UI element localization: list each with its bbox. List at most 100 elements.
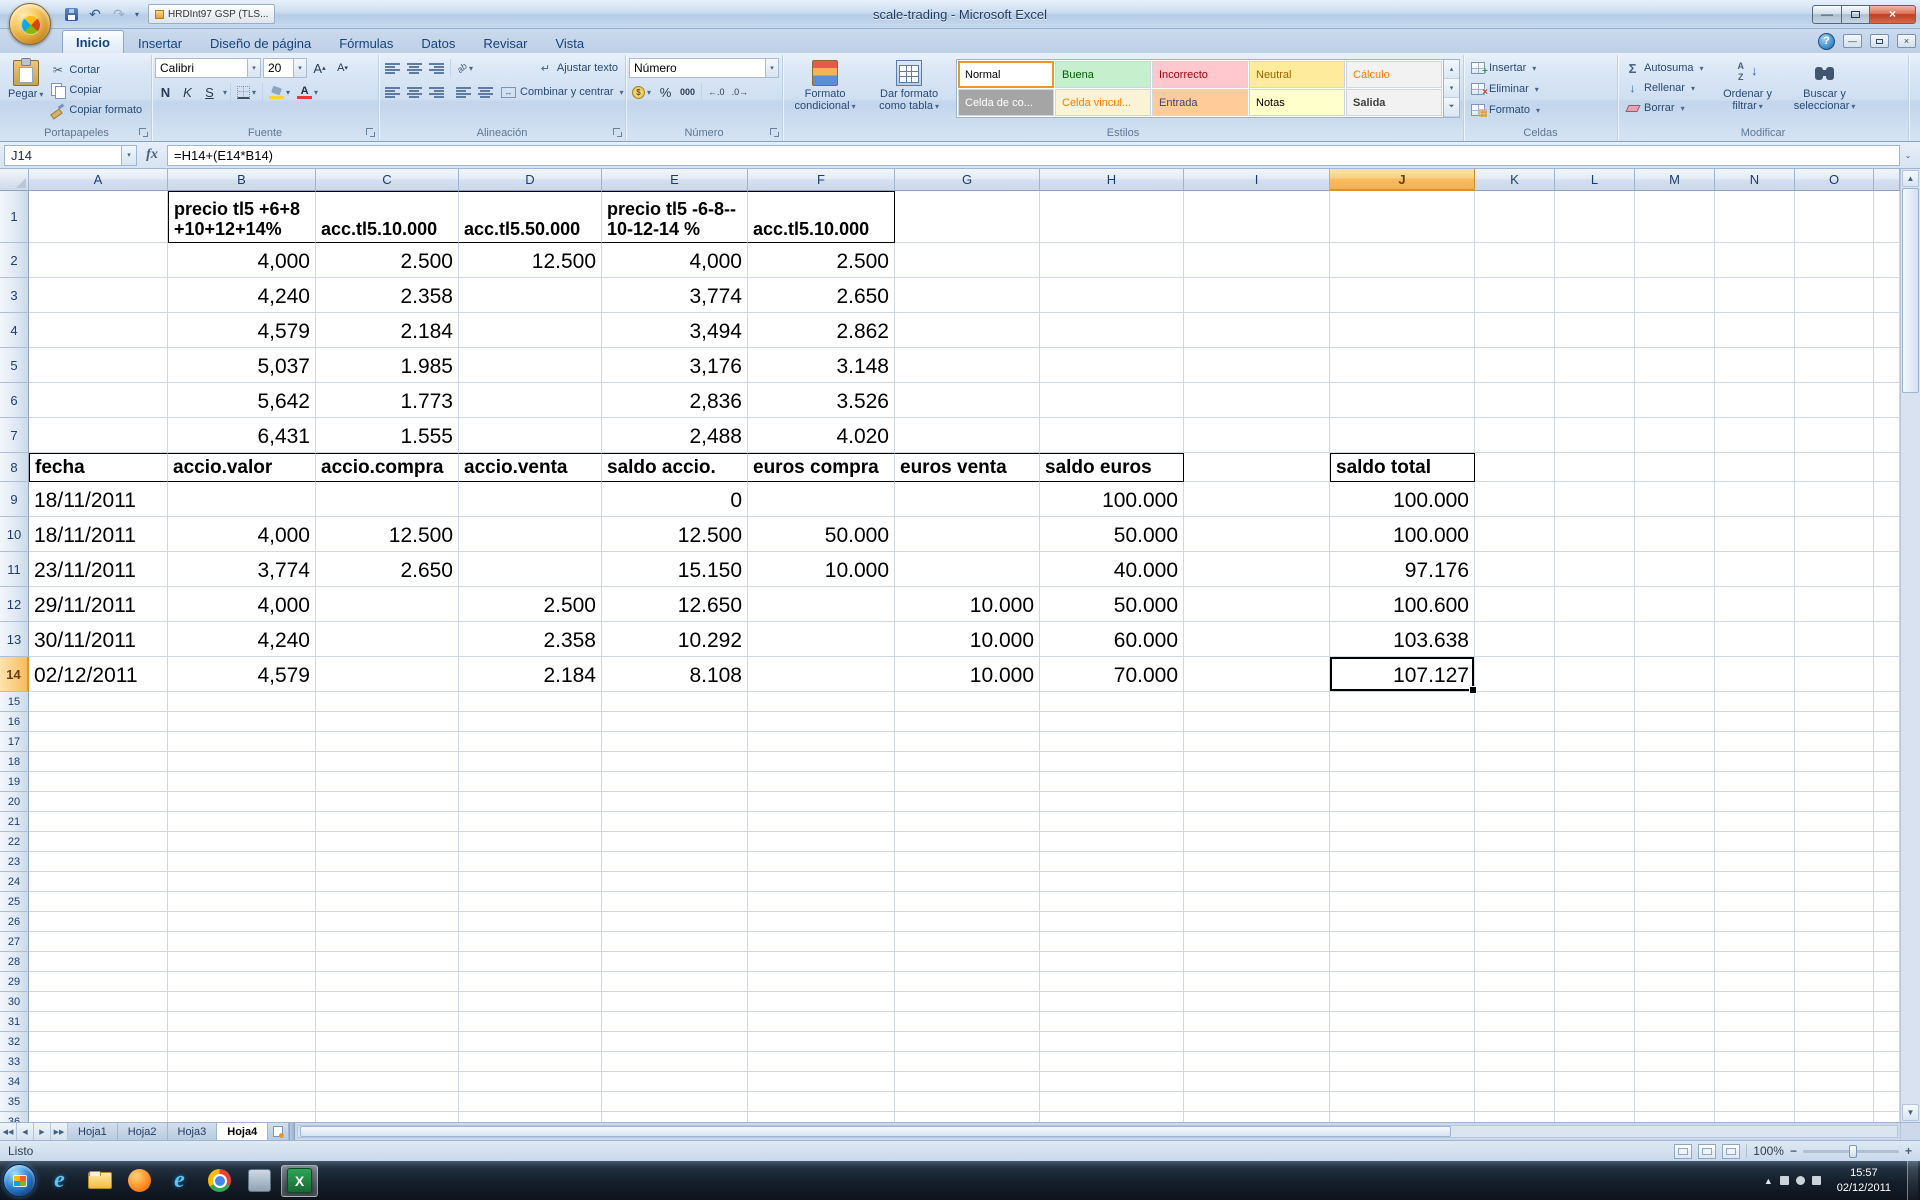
cell-B10[interactable]: 4,000 <box>168 517 316 552</box>
ribbon-tab-vista[interactable]: Vista <box>541 32 598 53</box>
cell-E14[interactable]: 8.108 <box>602 657 748 692</box>
column-header-M[interactable]: M <box>1635 169 1715 191</box>
save-button[interactable] <box>60 4 82 24</box>
cell-I31[interactable] <box>1184 1012 1330 1032</box>
name-box[interactable]: J14 <box>4 145 122 166</box>
cell-M32[interactable] <box>1635 1032 1715 1052</box>
cell-D10[interactable] <box>459 517 602 552</box>
undo-button[interactable]: ↶ <box>84 4 106 24</box>
cell-P15[interactable] <box>1874 692 1900 712</box>
cell-P16[interactable] <box>1874 712 1900 732</box>
cell-C8[interactable]: accio.compra <box>316 453 459 482</box>
cell-N3[interactable] <box>1715 278 1795 313</box>
cell-E2[interactable]: 4,000 <box>602 243 748 278</box>
cell-N23[interactable] <box>1715 852 1795 872</box>
cell-B11[interactable]: 3,774 <box>168 552 316 587</box>
cell-M10[interactable] <box>1635 517 1715 552</box>
cell-B27[interactable] <box>168 932 316 952</box>
cell-G28[interactable] <box>895 952 1040 972</box>
cell-D2[interactable]: 12.500 <box>459 243 602 278</box>
cell-N30[interactable] <box>1715 992 1795 1012</box>
cell-A31[interactable] <box>29 1012 168 1032</box>
page-break-view-button[interactable] <box>1722 1144 1740 1159</box>
cell-B6[interactable]: 5,642 <box>168 383 316 418</box>
cell-O4[interactable] <box>1795 313 1874 348</box>
cell-B25[interactable] <box>168 892 316 912</box>
cell-M14[interactable] <box>1635 657 1715 692</box>
cell-J5[interactable] <box>1330 348 1475 383</box>
cell-C25[interactable] <box>316 892 459 912</box>
cell-P14[interactable] <box>1874 657 1900 692</box>
cell-O3[interactable] <box>1795 278 1874 313</box>
cell-K8[interactable] <box>1475 453 1555 482</box>
borders-button[interactable]: ▾ <box>234 82 259 102</box>
ribbon-tab-fórmulas[interactable]: Fórmulas <box>325 32 407 53</box>
cell-I5[interactable] <box>1184 348 1330 383</box>
cell-I9[interactable] <box>1184 482 1330 517</box>
cell-L15[interactable] <box>1555 692 1635 712</box>
cell-I2[interactable] <box>1184 243 1330 278</box>
cell-H9[interactable]: 100.000 <box>1040 482 1184 517</box>
cell-K21[interactable] <box>1475 812 1555 832</box>
cell-H18[interactable] <box>1040 752 1184 772</box>
dialog-launcher-alineacion[interactable] <box>612 127 623 138</box>
cell-M22[interactable] <box>1635 832 1715 852</box>
gallery-up-arrow[interactable]: ▴ <box>1444 60 1459 79</box>
cell-O36[interactable] <box>1795 1112 1874 1122</box>
cell-E13[interactable]: 10.292 <box>602 622 748 657</box>
cell-C10[interactable]: 12.500 <box>316 517 459 552</box>
cell-B30[interactable] <box>168 992 316 1012</box>
row-header-22[interactable]: 22 <box>0 832 29 852</box>
cell-I26[interactable] <box>1184 912 1330 932</box>
workbook-minimize-button[interactable]: — <box>1843 34 1862 48</box>
cell-F4[interactable]: 2.862 <box>748 313 895 348</box>
cell-B16[interactable] <box>168 712 316 732</box>
cell-K20[interactable] <box>1475 792 1555 812</box>
minimize-button[interactable]: — <box>1812 5 1842 24</box>
sheet-tab-hoja4[interactable]: Hoja4 <box>217 1123 268 1140</box>
cell-A14[interactable]: 02/12/2011 <box>29 657 168 692</box>
cell-O14[interactable] <box>1795 657 1874 692</box>
excel-icon[interactable] <box>281 1165 318 1197</box>
column-header-I[interactable]: I <box>1184 169 1330 191</box>
cell-D25[interactable] <box>459 892 602 912</box>
cell-F34[interactable] <box>748 1072 895 1092</box>
align-bottom-button[interactable] <box>426 58 447 78</box>
row-header-20[interactable]: 20 <box>0 792 29 812</box>
cell-G26[interactable] <box>895 912 1040 932</box>
cell-N36[interactable] <box>1715 1112 1795 1122</box>
ie-icon[interactable] <box>161 1165 198 1197</box>
cell-I28[interactable] <box>1184 952 1330 972</box>
cell-K7[interactable] <box>1475 418 1555 453</box>
previous-sheet-button[interactable]: ◀ <box>17 1123 34 1140</box>
format-painter-button[interactable]: Copiar formato <box>46 100 146 120</box>
cell-style-celda-vincul[interactable]: Celda vincul... <box>1055 89 1151 116</box>
cell-C32[interactable] <box>316 1032 459 1052</box>
cell-P26[interactable] <box>1874 912 1900 932</box>
cell-N4[interactable] <box>1715 313 1795 348</box>
cell-style-notas[interactable]: Notas <box>1249 89 1345 116</box>
cell-O30[interactable] <box>1795 992 1874 1012</box>
redo-button[interactable]: ↷ <box>108 4 130 24</box>
cell-C6[interactable]: 1.773 <box>316 383 459 418</box>
cell-F17[interactable] <box>748 732 895 752</box>
row-header-26[interactable]: 26 <box>0 912 29 932</box>
cell-A25[interactable] <box>29 892 168 912</box>
cell-C30[interactable] <box>316 992 459 1012</box>
cell-P5[interactable] <box>1874 348 1900 383</box>
row-header-6[interactable]: 6 <box>0 383 29 418</box>
cell-K23[interactable] <box>1475 852 1555 872</box>
cell-H6[interactable] <box>1040 383 1184 418</box>
close-button[interactable]: × <box>1870 5 1916 24</box>
cell-E8[interactable]: saldo accio. <box>602 453 748 482</box>
cell-P4[interactable] <box>1874 313 1900 348</box>
cell-G27[interactable] <box>895 932 1040 952</box>
cell-H34[interactable] <box>1040 1072 1184 1092</box>
cell-style-buena[interactable]: Buena <box>1055 61 1151 88</box>
cell-B7[interactable]: 6,431 <box>168 418 316 453</box>
cell-B23[interactable] <box>168 852 316 872</box>
cell-I6[interactable] <box>1184 383 1330 418</box>
cell-I23[interactable] <box>1184 852 1330 872</box>
cell-F8[interactable]: euros compra <box>748 453 895 482</box>
cell-style-neutral[interactable]: Neutral <box>1249 61 1345 88</box>
